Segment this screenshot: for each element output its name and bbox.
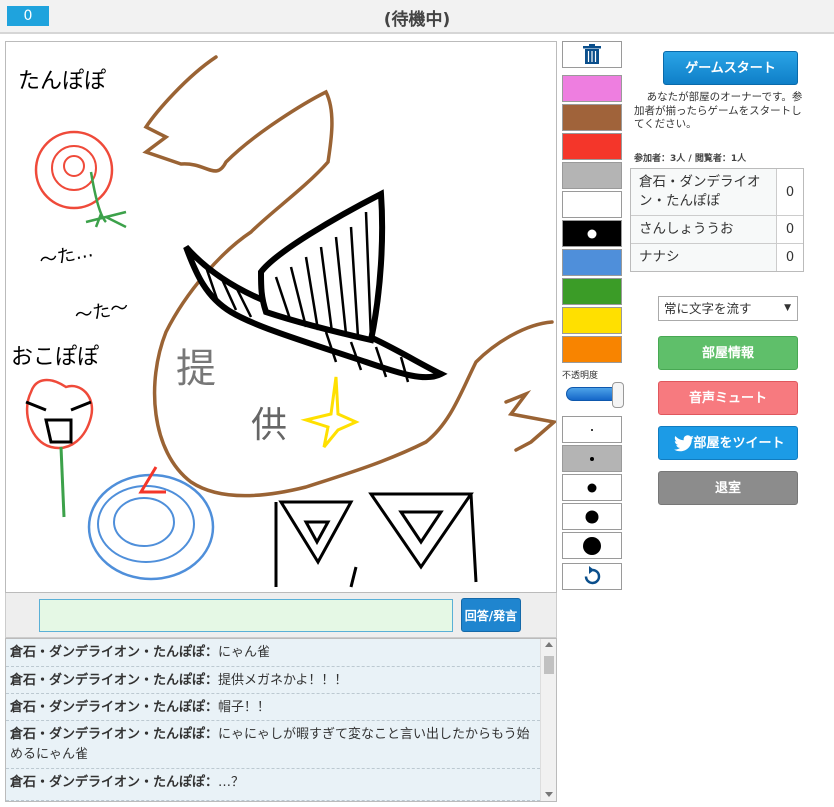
clear-canvas-button[interactable] [562, 41, 622, 68]
chat-text: …？ [218, 775, 245, 790]
player-name: さんしょううお [631, 216, 777, 243]
yellow-sparkle [300, 376, 360, 448]
brush-size-2-selected[interactable] [562, 445, 622, 472]
color-swatch-orange[interactable] [562, 336, 622, 363]
brush-size-4[interactable] [562, 503, 622, 530]
tulip-flower [25, 378, 94, 450]
tweet-room-label: 部屋をツイート [693, 436, 785, 451]
player-score: 0 [777, 244, 803, 271]
player-name: ナナシ [631, 244, 777, 271]
hat-cone-stroke [257, 189, 386, 344]
canvas-text-ta2: 〜た〜 [73, 297, 130, 327]
game-screen: 0 (待機中) たんぽぽ 〜た… 〜た〜 おこぽぽ 提 供 不透明度 ゲームスタ… [0, 0, 834, 807]
chat-message: 倉石・ダンデライオン・たんぽぽ：帽子！！ [6, 694, 540, 721]
rose-stem [85, 171, 127, 229]
drawing-svg[interactable]: たんぽぽ 〜た… 〜た〜 おこぽぽ 提 供 [6, 42, 557, 593]
chat-log[interactable]: 倉石・ダンデライオン・たんぽぽ：にゃん雀 倉石・ダンデライオン・たんぽぽ：提供メ… [5, 638, 557, 802]
player-row: ナナシ 0 [631, 244, 803, 271]
left-eye [274, 500, 354, 587]
chevron-down-icon: ▼ [784, 303, 791, 313]
tulip-stem [59, 446, 66, 518]
undo-button[interactable] [562, 563, 622, 590]
drawing-canvas[interactable]: たんぽぽ 〜た… 〜た〜 おこぽぽ 提 供 [5, 41, 557, 593]
twitter-bird-icon [674, 435, 694, 452]
chat-author: 倉石・ダンデライオン・たんぽぽ： [10, 727, 219, 742]
player-row: 倉石・ダンデライオン・たんぽぽ 0 [631, 169, 803, 216]
trash-icon [583, 44, 601, 64]
answer-submit-button[interactable]: 回答/発言 [461, 598, 521, 632]
chat-author: 倉石・ダンデライオン・たんぽぽ： [10, 700, 219, 715]
canvas-text-tei: 提 [176, 346, 216, 392]
opacity-thumb[interactable] [612, 382, 624, 408]
right-eye [349, 492, 478, 588]
opacity-track [566, 387, 618, 401]
chat-message: 倉石・ダンデライオン・たんぽぽ：…？ [6, 769, 540, 801]
leave-room-button[interactable]: 退室 [658, 471, 798, 505]
player-name: 倉石・ダンデライオン・たんぽぽ [631, 169, 777, 215]
chat-scrollbar[interactable] [540, 639, 556, 801]
chat-message: 倉石・ダンデライオン・たんぽぽ：にゃん雀 [6, 639, 540, 667]
text-flow-select-value: 常に文字を流す [664, 301, 752, 316]
color-swatch-blue[interactable] [562, 249, 622, 276]
color-swatch-pink[interactable] [562, 75, 622, 102]
color-swatch-black-selected[interactable] [562, 220, 622, 247]
opacity-slider[interactable] [566, 382, 624, 408]
brush-size-3[interactable] [562, 474, 622, 501]
rose-outer [34, 130, 114, 210]
color-swatch-white[interactable] [562, 191, 622, 218]
opacity-label: 不透明度 [562, 371, 599, 381]
chat-message: 倉石・ダンデライオン・たんぽぽ：提供メガネかよ！！！ [6, 667, 540, 694]
color-swatch-yellow[interactable] [562, 307, 622, 334]
brush-size-1[interactable] [562, 416, 622, 443]
text-flow-select[interactable]: 常に文字を流す ▼ [658, 296, 798, 321]
player-list: 倉石・ダンデライオン・たんぽぽ 0 さんしょううお 0 ナナシ 0 [630, 168, 804, 272]
chat-text: 帽子！！ [218, 700, 271, 715]
sound-mute-button[interactable]: 音声ミュート [658, 381, 798, 415]
chat-message: 倉石・ダンデライオン・たんぽぽ：にゃにゃしが暇すぎて変なこと言い出したからもう始… [6, 721, 540, 769]
header-bar: 0 (待機中) [0, 0, 834, 34]
scroll-up-icon[interactable] [545, 642, 553, 647]
chat-author: 倉石・ダンデライオン・たんぽぽ： [10, 673, 219, 688]
undo-icon [584, 566, 601, 585]
chat-author: 倉石・ダンデライオン・たんぽぽ： [10, 645, 219, 660]
rose-inner [63, 155, 85, 177]
player-score: 0 [777, 216, 803, 243]
player-row: さんしょううお 0 [631, 216, 803, 244]
scroll-thumb[interactable] [544, 656, 554, 674]
participant-counts: 参加者：3人 / 閲覧者：1人 [634, 154, 747, 164]
blue-scribble-core [113, 497, 175, 547]
scroll-down-icon[interactable] [545, 792, 553, 797]
brown-ear-stroke [504, 390, 556, 452]
game-start-button[interactable]: ゲームスタート [663, 51, 798, 85]
rose-mid [51, 145, 97, 191]
player-score: 0 [777, 169, 803, 215]
brush-size-5[interactable] [562, 532, 622, 559]
game-status-title: (待機中) [383, 10, 451, 30]
color-swatch-red[interactable] [562, 133, 622, 160]
answer-bar: 回答/発言 [5, 593, 557, 638]
room-info-button[interactable]: 部屋情報 [658, 336, 798, 370]
canvas-text-kyo: 供 [251, 405, 287, 446]
canvas-text-okopopo: おこぽぽ [11, 345, 99, 370]
canvas-text-tanpopo: たんぽぽ [18, 69, 106, 94]
chat-text: 提供メガネかよ！！！ [218, 673, 348, 688]
color-swatch-green[interactable] [562, 278, 622, 305]
color-swatch-gray[interactable] [562, 162, 622, 189]
answer-input[interactable] [39, 599, 453, 632]
selected-indicator-icon [587, 229, 597, 238]
owner-note: あなたが部屋のオーナーです。参加者が揃ったらゲームをスタートしてください。 [634, 91, 803, 130]
chat-author: 倉石・ダンデライオン・たんぽぽ： [10, 775, 219, 790]
color-swatch-brown[interactable] [562, 104, 622, 131]
chat-text: にゃん雀 [218, 645, 271, 660]
tweet-room-button[interactable]: 部屋をツイート [658, 426, 798, 460]
canvas-text-ta1: 〜た… [38, 240, 95, 272]
